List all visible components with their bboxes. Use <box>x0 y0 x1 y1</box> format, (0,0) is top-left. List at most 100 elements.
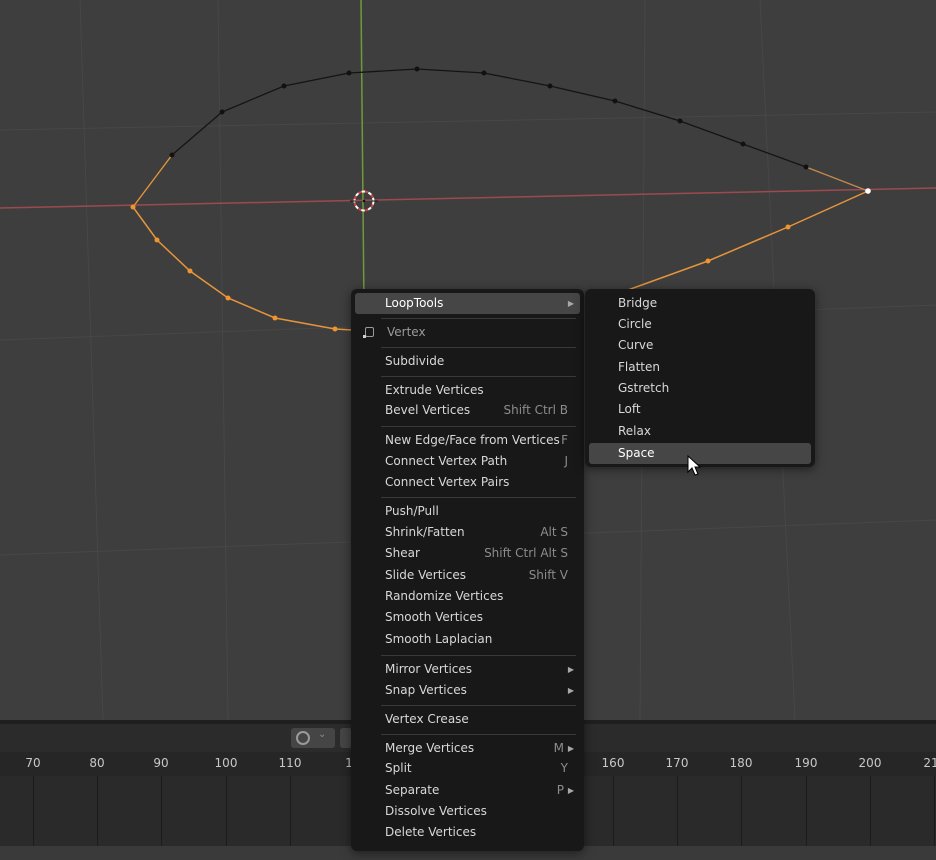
menu-item-dissolve-vertices[interactable]: Dissolve Vertices <box>355 801 580 822</box>
menu-item-label: Dissolve Vertices <box>385 804 487 818</box>
menu-item-label: Separate <box>385 783 440 797</box>
submenu-item-flatten[interactable]: Flatten <box>589 357 811 378</box>
menu-item-label: Circle <box>618 317 652 331</box>
menu-item-label: Split <box>385 761 412 775</box>
fade-edge-left <box>132 154 173 208</box>
menu-item-smooth-laplacian[interactable]: Smooth Laplacian <box>355 629 580 650</box>
shortcut-label: Shift Ctrl Alt S <box>484 546 568 560</box>
frame-gridline <box>870 776 871 846</box>
submenu-arrow-icon: ▶ <box>567 786 574 795</box>
menu-item-mirror-vertices[interactable]: Mirror Vertices ▶ <box>355 659 580 680</box>
menu-item-randomize-vertices[interactable]: Randomize Vertices <box>355 586 580 607</box>
menu-item-merge-vertices[interactable]: Merge Vertices M ▶ <box>355 738 580 759</box>
menu-item-label: Bridge <box>618 296 658 310</box>
submenu-arrow-icon: ▶ <box>567 665 574 674</box>
menu-item-looptools[interactable]: LoopTools ▶ <box>355 293 580 314</box>
menu-item-label: Mirror Vertices <box>385 662 473 676</box>
menu-item-label: Merge Vertices <box>385 741 475 755</box>
menu-item-split[interactable]: Split Y <box>355 758 580 779</box>
menu-item-label: Gstretch <box>618 381 670 395</box>
menu-item-new-edge-face[interactable]: New Edge/Face from Vertices F <box>355 430 580 451</box>
frame-label: 190 <box>794 756 818 770</box>
menu-separator <box>381 426 576 427</box>
frame-gridline <box>226 776 227 846</box>
menu-item-smooth-vertices[interactable]: Smooth Vertices <box>355 607 580 628</box>
frame-label: 90 <box>153 756 169 770</box>
menu-item-connect-vertex-pairs[interactable]: Connect Vertex Pairs <box>355 472 580 493</box>
menu-item-vertex-crease[interactable]: Vertex Crease <box>355 709 580 730</box>
vertex-context-menu: LoopTools ▶ Vertex Subdivide Extrude Ver… <box>351 289 584 851</box>
menu-title-vertex: Vertex <box>355 322 580 343</box>
shortcut-label: Shift Ctrl B <box>503 403 569 417</box>
menu-item-label: Smooth Laplacian <box>385 632 493 646</box>
menu-item-label: Delete Vertices <box>385 825 477 839</box>
menu-item-separate[interactable]: Separate P ▶ <box>355 780 580 801</box>
submenu-arrow-icon: ▶ <box>567 686 574 695</box>
menu-separator <box>381 734 576 735</box>
keyframe-circle-icon <box>296 731 310 745</box>
fade-edge-right <box>805 166 869 192</box>
menu-item-label: Connect Vertex Pairs <box>385 475 510 489</box>
menu-item-label: Loft <box>618 402 641 416</box>
frame-gridline <box>97 776 98 846</box>
menu-item-extrude-vertices[interactable]: Extrude Vertices <box>355 380 580 401</box>
menu-item-label: Shrink/Fatten <box>385 525 465 539</box>
menu-item-bevel-vertices[interactable]: Bevel Vertices Shift Ctrl B <box>355 400 580 421</box>
chevron-down-icon: ⌄ <box>318 729 327 740</box>
menu-item-label: Smooth Vertices <box>385 610 483 624</box>
submenu-item-loft[interactable]: Loft <box>589 399 811 420</box>
submenu-arrow-icon: ▶ <box>567 299 574 308</box>
menu-item-label: Vertex Crease <box>385 712 469 726</box>
frame-label: 170 <box>665 756 689 770</box>
menu-item-shear[interactable]: Shear Shift Ctrl Alt S <box>355 543 580 564</box>
menu-separator <box>381 497 576 498</box>
frame-label: 110 <box>278 756 302 770</box>
menu-title-label: Vertex <box>387 325 426 339</box>
frame-gridline <box>33 776 34 846</box>
menu-item-label: Space <box>618 446 655 460</box>
frame-label: 200 <box>858 756 882 770</box>
menu-separator <box>381 347 576 348</box>
menu-separator <box>381 376 576 377</box>
keyframe-type-dropdown[interactable]: ⌄ <box>291 728 335 748</box>
menu-separator <box>381 318 576 319</box>
menu-item-slide-vertices[interactable]: Slide Vertices Shift V <box>355 565 580 586</box>
menu-item-label: New Edge/Face from Vertices <box>385 433 560 447</box>
menu-item-delete-vertices[interactable]: Delete Vertices <box>355 822 580 843</box>
frame-label: 80 <box>89 756 105 770</box>
frame-gridline <box>677 776 678 846</box>
menu-item-subdivide[interactable]: Subdivide <box>355 351 580 372</box>
menu-item-shrink-fatten[interactable]: Shrink/Fatten Alt S <box>355 522 580 543</box>
frame-label: 160 <box>601 756 625 770</box>
menu-item-label: Snap Vertices <box>385 683 467 697</box>
menu-item-connect-vertex-path[interactable]: Connect Vertex Path J <box>355 451 580 472</box>
frame-label: 70 <box>25 756 41 770</box>
mesh-edges-selected-right <box>627 190 869 291</box>
shortcut-label: J <box>564 454 568 468</box>
menu-item-push-pull[interactable]: Push/Pull <box>355 501 580 522</box>
menu-item-snap-vertices[interactable]: Snap Vertices ▶ <box>355 680 580 701</box>
menu-item-label: Extrude Vertices <box>385 383 484 397</box>
frame-gridline <box>290 776 291 846</box>
shortcut-label: F <box>561 433 568 447</box>
frame-gridline <box>806 776 807 846</box>
menu-separator <box>381 705 576 706</box>
frame-gridline <box>613 776 614 846</box>
frame-label: 180 <box>729 756 753 770</box>
submenu-item-circle[interactable]: Circle <box>589 314 811 335</box>
menu-item-label: Randomize Vertices <box>385 589 504 603</box>
submenu-item-curve[interactable]: Curve <box>589 335 811 356</box>
frame-gridline <box>741 776 742 846</box>
menu-item-label: Push/Pull <box>385 504 439 518</box>
submenu-item-bridge[interactable]: Bridge <box>589 293 811 314</box>
3d-cursor-icon <box>350 190 378 212</box>
menu-item-label: Shear <box>385 546 420 560</box>
submenu-item-gstretch[interactable]: Gstretch <box>589 378 811 399</box>
menu-item-label: Curve <box>618 338 654 352</box>
shortcut-label: M <box>553 741 564 755</box>
frame-gridline <box>161 776 162 846</box>
submenu-arrow-icon: ▶ <box>567 744 574 753</box>
menu-item-label: Bevel Vertices <box>385 403 471 417</box>
menu-item-label: Connect Vertex Path <box>385 454 508 468</box>
submenu-item-relax[interactable]: Relax <box>589 421 811 442</box>
